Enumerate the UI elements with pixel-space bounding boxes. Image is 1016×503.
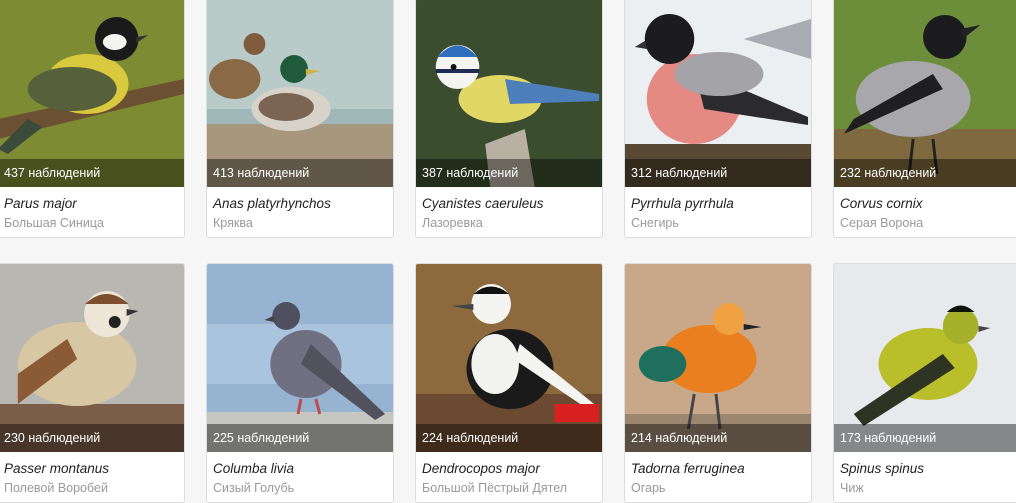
observation-count: 214 наблюдений [625, 424, 811, 452]
scientific-name[interactable]: Passer montanus [4, 461, 109, 476]
observation-count: 437 наблюдений [0, 159, 184, 187]
observation-count: 312 наблюдений [625, 159, 811, 187]
scientific-name[interactable]: Anas platyrhynchos [213, 196, 331, 211]
species-card-columba-livia[interactable]: 225 наблюдений Columba livia Сизый Голуб… [206, 263, 394, 503]
ruddy-shelduck-photo[interactable]: 214 наблюдений [625, 264, 811, 452]
hooded-crow-photo[interactable]: 232 наблюдений [834, 0, 1016, 187]
bullfinch-photo[interactable]: 312 наблюдений [625, 0, 811, 187]
mallard-photo[interactable]: 413 наблюдений [207, 0, 393, 187]
species-card-pyrrhula-pyrrhula[interactable]: 312 наблюдений Pyrrhula pyrrhula Снегирь [624, 0, 812, 238]
woodpecker-photo[interactable]: 224 наблюдений [416, 264, 602, 452]
common-name: Большой Пёстрый Дятел [422, 481, 568, 495]
species-card-corvus-cornix[interactable]: 232 наблюдений Corvus cornix Серая Ворон… [833, 0, 1016, 238]
scientific-name[interactable]: Parus major [4, 196, 77, 211]
scientific-name[interactable]: Pyrrhula pyrrhula [631, 196, 734, 211]
blue-tit-photo[interactable]: 387 наблюдений [416, 0, 602, 187]
scientific-name[interactable]: Dendrocopos major [422, 461, 540, 476]
species-card-tadorna-ferruginea[interactable]: 214 наблюдений Tadorna ferruginea Огарь [624, 263, 812, 503]
scientific-name[interactable]: Tadorna ferruginea [631, 461, 745, 476]
scientific-name[interactable]: Cyanistes caeruleus [422, 196, 544, 211]
rock-dove-photo[interactable]: 225 наблюдений [207, 264, 393, 452]
common-name: Снегирь [631, 216, 679, 230]
common-name: Сизый Голубь [213, 481, 295, 495]
scientific-name[interactable]: Corvus cornix [840, 196, 923, 211]
scientific-name[interactable]: Spinus spinus [840, 461, 924, 476]
species-card-parus-major[interactable]: 437 наблюдений Parus major Большая Синиц… [0, 0, 185, 238]
common-name: Кряква [213, 216, 253, 230]
siskin-photo[interactable]: 173 наблюдений [834, 264, 1016, 452]
common-name: Полевой Воробей [4, 481, 108, 495]
species-card-dendrocopos-major[interactable]: 224 наблюдений Dendrocopos major Большой… [415, 263, 603, 503]
observation-count: 232 наблюдений [834, 159, 1016, 187]
great-tit-photo[interactable]: 437 наблюдений [0, 0, 184, 187]
species-card-spinus-spinus[interactable]: 173 наблюдений Spinus spinus Чиж [833, 263, 1016, 503]
common-name: Лазоревка [422, 216, 483, 230]
species-card-anas-platyrhynchos[interactable]: 413 наблюдений Anas platyrhynchos Кряква [206, 0, 394, 238]
common-name: Чиж [840, 481, 864, 495]
observation-count: 230 наблюдений [0, 424, 184, 452]
common-name: Серая Ворона [840, 216, 924, 230]
observation-count: 225 наблюдений [207, 424, 393, 452]
observation-count: 224 наблюдений [416, 424, 602, 452]
species-grid: 437 наблюдений Parus major Большая Синиц… [0, 0, 1016, 503]
species-card-cyanistes-caeruleus[interactable]: 387 наблюдений Cyanistes caeruleus Лазор… [415, 0, 603, 238]
observation-count: 173 наблюдений [834, 424, 1016, 452]
observation-count: 413 наблюдений [207, 159, 393, 187]
common-name: Большая Синица [4, 216, 104, 230]
observation-count: 387 наблюдений [416, 159, 602, 187]
tree-sparrow-photo[interactable]: 230 наблюдений [0, 264, 184, 452]
common-name: Огарь [631, 481, 666, 495]
scientific-name[interactable]: Columba livia [213, 461, 294, 476]
species-card-passer-montanus[interactable]: 230 наблюдений Passer montanus Полевой В… [0, 263, 185, 503]
